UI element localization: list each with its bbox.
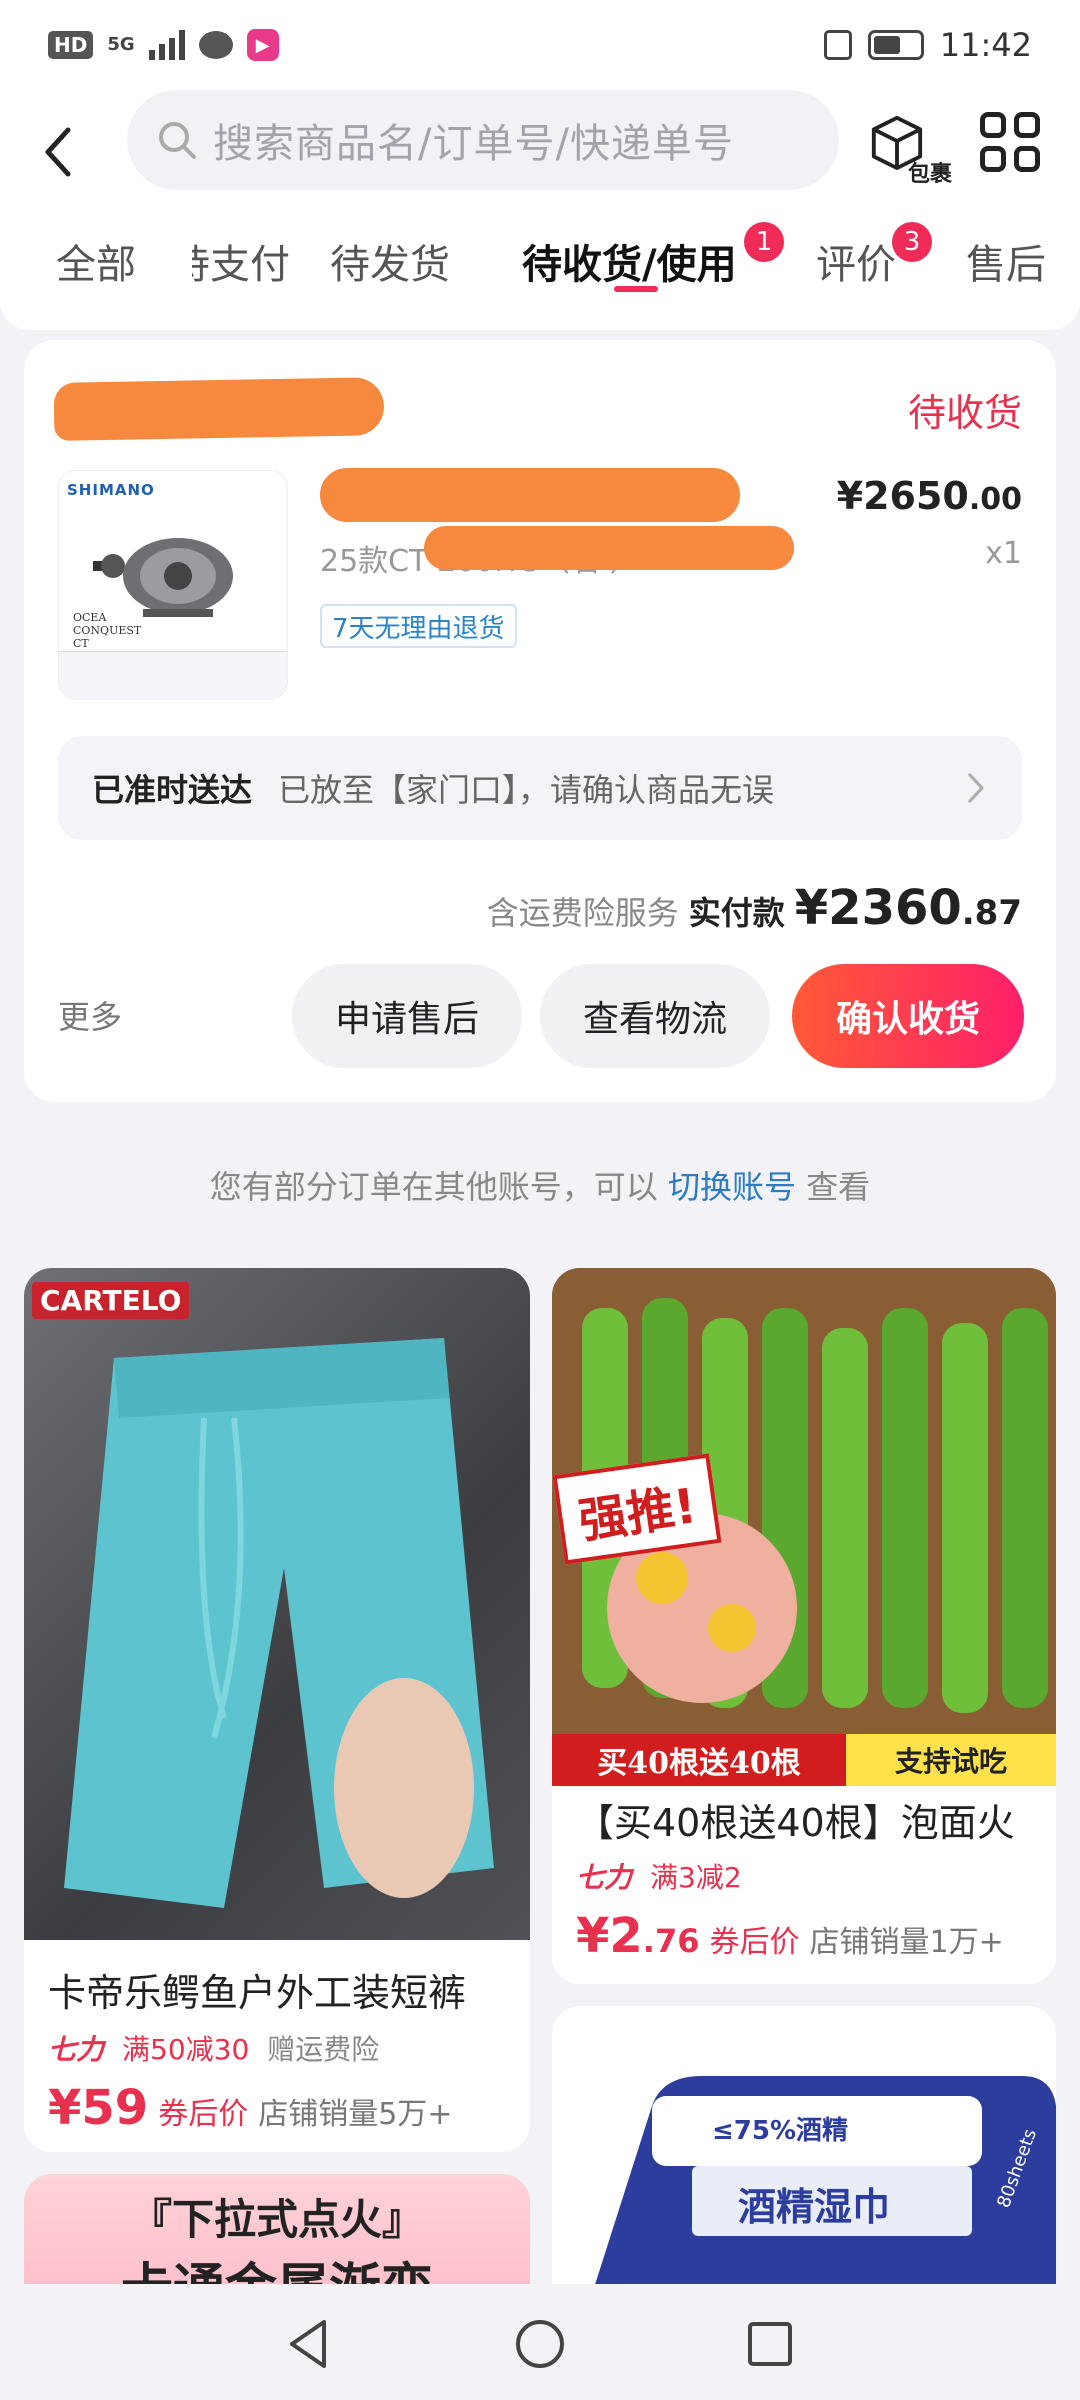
rec-price: ¥2.76 bbox=[576, 1908, 699, 1964]
menu-grid-icon[interactable] bbox=[980, 112, 1040, 172]
product-price: ¥2650.00 bbox=[837, 474, 1022, 518]
promo-text: 满50减30 bbox=[122, 2033, 250, 2066]
paid-amount: ¥2360.87 bbox=[795, 880, 1022, 936]
promo-banner: 买40根送40根 支持试吃 bbox=[552, 1734, 1056, 1786]
delivery-label: 已准时送达 bbox=[92, 771, 253, 809]
other-account-suffix: 查看 bbox=[806, 1168, 871, 1206]
rec-promo: 七力 满50减30 赠运费险 bbox=[48, 2028, 379, 2068]
price-integer: ¥2650 bbox=[836, 474, 969, 518]
tab-badge-pending-receipt: 1 bbox=[744, 222, 784, 262]
paid-amount-decimal: .87 bbox=[961, 893, 1022, 933]
promo-tag: 七力 bbox=[48, 2033, 105, 2066]
banner-left: 买40根送40根 bbox=[552, 1734, 846, 1786]
spec-table-strip bbox=[59, 651, 287, 699]
promo-tag: 七力 bbox=[576, 1861, 633, 1894]
signal-icon bbox=[148, 30, 185, 60]
promo-extra: 赠运费险 bbox=[267, 2033, 380, 2066]
rec-price: ¥59 bbox=[48, 2080, 149, 2136]
delivery-status-row[interactable]: 已准时送达 已放至【家门口】，请确认商品无误 bbox=[58, 736, 1022, 840]
rec-price-row: ¥59 券后价 店铺销量5万+ bbox=[48, 2080, 452, 2136]
system-nav-bar bbox=[0, 2284, 1080, 2400]
coupon-price-label: 券后价 bbox=[709, 1925, 800, 1960]
coupon-price-label: 券后价 bbox=[158, 2097, 249, 2132]
recommendation-card-wipes[interactable]: ≤75%酒精 酒精湿巾 80sheets bbox=[552, 2006, 1056, 2294]
recommendation-card-sausage[interactable]: 强推! 买40根送40根 支持试吃 【买40根送40根】泡面火 七力 满3减2 … bbox=[552, 1268, 1056, 1984]
view-logistics-button[interactable]: 查看物流 bbox=[540, 964, 770, 1068]
total-row: 含运费险服务 实付款 ¥2360.87 bbox=[487, 880, 1022, 936]
image-caption-1: OCEA bbox=[73, 611, 107, 624]
video-app-icon: ▶ bbox=[246, 29, 279, 61]
search-placeholder: 搜索商品名/订单号/快递单号 bbox=[213, 121, 734, 167]
wipes-image bbox=[592, 2076, 1056, 2294]
package-label: 包裹 bbox=[908, 162, 953, 187]
back-button[interactable] bbox=[40, 112, 88, 192]
nav-back-icon[interactable] bbox=[280, 2314, 340, 2374]
nav-home-icon[interactable] bbox=[510, 2314, 570, 2374]
chevron-right-icon bbox=[968, 773, 984, 803]
nav-recents-icon[interactable] bbox=[740, 2314, 800, 2374]
rec-price-integer: ¥2 bbox=[576, 1908, 643, 1964]
back-arrow-icon bbox=[45, 127, 71, 177]
paid-amount-integer: ¥2360 bbox=[794, 880, 962, 936]
promo-text: 满3减2 bbox=[650, 1861, 742, 1894]
message-icon bbox=[198, 31, 233, 59]
tab-pending-shipment[interactable]: 待发货 bbox=[330, 232, 450, 290]
wipes-title: 酒精湿巾 bbox=[738, 2184, 891, 2229]
other-account-prefix: 您有部分订单在其他账号，可以 bbox=[209, 1168, 658, 1206]
shop-sales: 店铺销量1万+ bbox=[809, 1925, 1004, 1960]
paid-label: 实付款 bbox=[688, 894, 785, 932]
tab-after-sale[interactable]: 售后 bbox=[966, 232, 1046, 290]
order-status: 待收货 bbox=[907, 391, 1022, 435]
network-type: 5G bbox=[107, 34, 135, 55]
tab-pending-receipt[interactable]: 待收货/使用 bbox=[522, 232, 737, 290]
after-sale-button[interactable]: 申请售后 bbox=[292, 964, 522, 1068]
recommendation-card-lighter[interactable]: 『下拉式点火』 卡通金属渐变 bbox=[24, 2174, 530, 2294]
hd-indicator: HD bbox=[48, 31, 94, 59]
return-policy-tag: 7天无理由退货 bbox=[320, 604, 517, 648]
rec-title: 卡帝乐鳄鱼户外工装短裤 bbox=[48, 1971, 467, 2015]
banner-right: 支持试吃 bbox=[846, 1734, 1056, 1786]
other-account-note: 您有部分订单在其他账号，可以 切换账号 查看 bbox=[0, 1162, 1080, 1208]
shorts-image: CARTELO bbox=[24, 1268, 530, 1940]
delivery-text: 已放至【家门口】，请确认商品无误 bbox=[278, 771, 775, 809]
switch-account-link[interactable]: 切换账号 bbox=[668, 1168, 796, 1206]
fishing-reel-image bbox=[93, 538, 233, 617]
active-tab-indicator bbox=[614, 286, 658, 292]
search-icon bbox=[159, 122, 196, 159]
search-input[interactable]: 搜索商品名/订单号/快递单号 bbox=[127, 90, 839, 190]
clock: 11:42 bbox=[939, 26, 1032, 64]
redacted-title bbox=[320, 468, 740, 522]
status-bar: HD 5G ▶ 11:42 bbox=[0, 0, 1080, 90]
battery-icon bbox=[867, 30, 924, 60]
order-card[interactable]: 待收货 SHIMANO OCEA CONQUEST CT S EA.. 25款C… bbox=[24, 340, 1056, 1102]
image-caption-2: CONQUEST bbox=[73, 624, 142, 637]
shop-sales: 店铺销量5万+ bbox=[258, 2097, 453, 2132]
package-button[interactable]: 包裹 bbox=[868, 112, 958, 192]
order-tabs: 全部 待支付 待发货 待收货/使用 1 评价 3 售后 bbox=[0, 200, 1080, 330]
rec-title: 【买40根送40根】泡面火 bbox=[576, 1801, 1015, 1845]
vibrate-icon bbox=[823, 30, 852, 60]
rec-price-decimal: .76 bbox=[642, 1922, 700, 1960]
insurance-note: 含运费险服务 bbox=[486, 894, 679, 932]
product-brand: SHIMANO bbox=[67, 481, 155, 499]
product-image[interactable]: SHIMANO OCEA CONQUEST CT bbox=[58, 470, 288, 700]
sausage-image: 强推! 买40根送40根 支持试吃 bbox=[552, 1268, 1056, 1786]
product-quantity: x1 bbox=[985, 536, 1022, 571]
tab-review[interactable]: 评价 bbox=[816, 232, 896, 290]
recommendation-card-shorts[interactable]: CARTELO 卡帝乐鳄鱼户外工装短裤 七力 满50减30 赠运费险 ¥59 券… bbox=[24, 1268, 530, 2152]
redacted-spec bbox=[424, 526, 794, 570]
image-caption-3: CT bbox=[73, 637, 89, 650]
tab-badge-review: 3 bbox=[892, 222, 932, 262]
price-decimal: .00 bbox=[968, 482, 1022, 517]
redacted-shop-name bbox=[53, 377, 385, 441]
wipes-alcohol-label: ≤75%酒精 bbox=[712, 2116, 849, 2146]
rec-promo: 七力 满3减2 bbox=[576, 1856, 742, 1896]
brand-logo: CARTELO bbox=[32, 1282, 190, 1319]
rec-price-row: ¥2.76 券后价 店铺销量1万+ bbox=[576, 1908, 1004, 1964]
confirm-receipt-button[interactable]: 确认收货 bbox=[792, 964, 1024, 1068]
more-button[interactable]: 更多 bbox=[58, 992, 122, 1038]
rec-lighter-line1: 『下拉式点火』 bbox=[129, 2195, 424, 2244]
tab-all[interactable]: 全部 bbox=[56, 232, 136, 290]
